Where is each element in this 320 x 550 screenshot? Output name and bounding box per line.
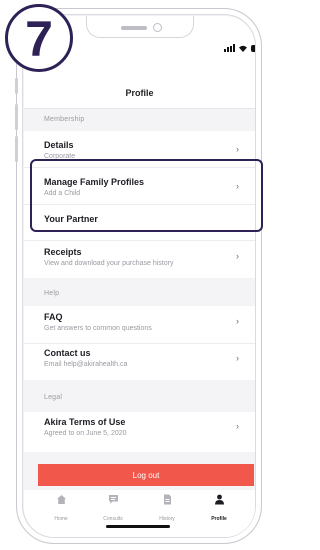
log-out-button[interactable]: Log out xyxy=(38,464,254,486)
signal-icon xyxy=(224,44,235,52)
terms-subtitle: Agreed to on June 5, 2020 xyxy=(44,430,127,437)
status-bar-icons xyxy=(224,43,255,53)
contact-us-subtitle: Email help@akirahealth.ca xyxy=(44,361,128,368)
chevron-right-icon: › xyxy=(236,353,239,363)
person-icon xyxy=(214,494,224,505)
tab-home[interactable]: Home xyxy=(36,490,86,525)
section-label-help: Help xyxy=(44,290,60,297)
faq-subtitle: Get answers to common questions xyxy=(44,325,152,332)
section-label-membership: Membership xyxy=(44,116,85,123)
battery-icon xyxy=(251,44,255,52)
wifi-icon xyxy=(238,44,248,52)
phone-notch xyxy=(86,16,194,38)
receipts-subtitle: View and download your purchase history xyxy=(44,260,174,267)
terms-of-use-row[interactable]: Akira Terms of Use Agreed to on June 5, … xyxy=(24,412,255,452)
home-indicator xyxy=(106,525,170,528)
tab-home-label: Home xyxy=(54,516,68,522)
phone-side-button xyxy=(15,78,18,94)
front-camera xyxy=(153,23,162,32)
chevron-right-icon: › xyxy=(236,144,239,154)
page-title: Profile xyxy=(125,88,154,98)
phone-volume-up xyxy=(15,104,18,130)
chat-icon xyxy=(108,495,118,504)
highlight-box xyxy=(30,159,263,232)
receipts-row[interactable]: Receipts View and download your purchase… xyxy=(24,241,255,277)
speaker-grille xyxy=(121,26,147,30)
section-label-legal: Legal xyxy=(44,394,63,401)
details-title: Details xyxy=(44,140,74,150)
tab-history-label: History xyxy=(159,516,175,522)
chevron-right-icon: › xyxy=(236,251,239,261)
faq-title: FAQ xyxy=(44,312,63,322)
step-number-badge: 7 xyxy=(5,4,73,72)
tab-consults[interactable]: Consults xyxy=(88,490,138,525)
terms-title: Akira Terms of Use xyxy=(44,417,126,427)
chevron-right-icon: › xyxy=(236,421,239,431)
tab-profile-label: Profile xyxy=(211,516,227,522)
tab-consults-label: Consults xyxy=(103,516,123,522)
chevron-right-icon: › xyxy=(236,316,239,326)
phone-volume-down xyxy=(15,136,18,162)
home-icon xyxy=(56,495,66,504)
faq-row[interactable]: FAQ Get answers to common questions › xyxy=(24,306,255,342)
tab-history[interactable]: History xyxy=(142,490,192,525)
bottom-tab-bar: Home Consults History Profile xyxy=(24,490,255,536)
phone-screen: Profile Membership Details Corporate › M… xyxy=(24,16,255,537)
step-number: 7 xyxy=(25,11,53,67)
contact-us-title: Contact us xyxy=(44,348,91,358)
receipts-title: Receipts xyxy=(44,247,82,257)
tab-profile[interactable]: Profile xyxy=(194,490,244,525)
contact-us-row[interactable]: Contact us Email help@akirahealth.ca › xyxy=(24,344,255,380)
document-icon xyxy=(163,494,171,505)
